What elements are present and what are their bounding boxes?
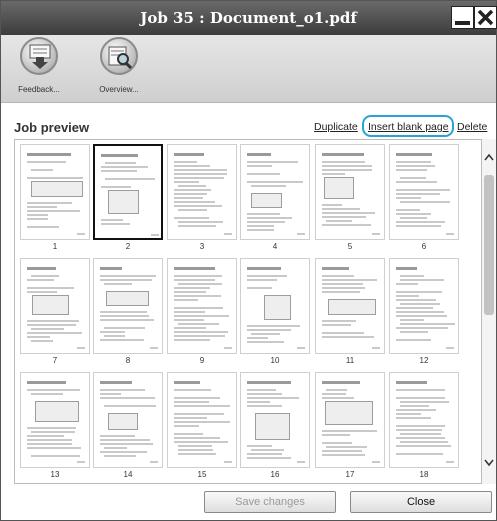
page-number: 10 [270,356,280,365]
page-preview-image [93,258,163,354]
page-thumbnail[interactable]: 7 [20,258,90,365]
feedback-icon [20,37,58,75]
page-thumbnail[interactable]: 15 [167,372,237,479]
page-preview-image [315,372,385,468]
feedback-button[interactable]: Feedback... [9,37,69,94]
page-number: 16 [270,470,280,479]
close-window-button[interactable] [474,6,497,29]
page-thumbnail[interactable]: 3 [167,144,237,251]
page-preview-image [315,144,385,240]
minimize-button[interactable] [451,6,474,29]
title-bar: Job 35 : Document_o1.pdf [1,1,497,35]
page-preview-image [389,144,459,240]
page-preview-image [20,144,90,240]
overview-icon [100,37,138,75]
page-number: 5 [347,242,353,251]
page-thumbnail[interactable]: 1 [20,144,90,251]
page-thumbnail[interactable]: 6 [389,144,459,251]
page-thumbnail[interactable]: 11 [315,258,385,365]
page-preview-image [240,372,310,468]
page-preview-image [20,372,90,468]
page-number: 9 [199,356,205,365]
thumbnail-grid: 1 2 3 4 5 6 7 8 9 10 11 12 13 14 15 16 17 18 [14,139,482,484]
page-number: 2 [125,242,131,251]
page-number: 13 [50,470,60,479]
page-number: 15 [197,470,207,479]
page-preview-image [167,372,237,468]
scroll-down-icon[interactable] [482,457,496,469]
overview-button[interactable]: Overview... [89,37,149,94]
job-preview-window: Job 35 : Document_o1.pdf Feedback... Ove… [0,0,497,521]
window-title: Job 35 : Document_o1.pdf [140,9,357,27]
page-thumbnail[interactable]: 8 [93,258,163,365]
page-number: 3 [199,242,205,251]
job-preview-heading: Job preview [14,120,90,135]
page-number: 12 [419,356,429,365]
page-number: 18 [419,470,429,479]
page-thumbnail[interactable]: 2 [93,144,163,251]
page-number: 11 [345,356,355,365]
delete-link[interactable]: Delete [457,121,487,133]
page-number: 8 [125,356,131,365]
page-thumbnail[interactable]: 16 [240,372,310,479]
page-preview-image [240,144,310,240]
page-thumbnail[interactable]: 4 [240,144,310,251]
page-thumbnail[interactable]: 14 [93,372,163,479]
page-preview-image [20,258,90,354]
page-number: 7 [52,356,58,365]
page-thumbnail[interactable]: 13 [20,372,90,479]
page-number: 14 [123,470,133,479]
overview-label: Overview... [99,85,139,94]
page-preview-image [389,258,459,354]
page-thumbnail[interactable]: 9 [167,258,237,365]
thumbnail-container: 1 2 3 4 5 6 7 8 9 10 11 12 13 14 15 16 17 18 [15,140,481,483]
feedback-label: Feedback... [18,85,60,94]
page-preview-image [167,144,237,240]
page-number: 1 [52,242,58,251]
scroll-up-icon[interactable] [482,151,496,163]
page-thumbnail[interactable]: 17 [315,372,385,479]
close-button[interactable]: Close [350,491,492,513]
page-number: 17 [345,470,355,479]
insert-blank-page-highlight [362,115,454,137]
vertical-scrollbar[interactable] [482,139,496,484]
page-thumbnail[interactable]: 10 [240,258,310,365]
page-thumbnail[interactable]: 5 [315,144,385,251]
page-preview-image [93,144,163,240]
page-preview-image [93,372,163,468]
duplicate-link[interactable]: Duplicate [314,121,358,133]
close-icon [477,9,494,26]
page-preview-image [240,258,310,354]
page-preview-image [167,258,237,354]
scroll-thumb[interactable] [484,175,494,315]
page-thumbnail[interactable]: 18 [389,372,459,479]
toolbar: Feedback... Overview... [1,35,496,103]
page-preview-image [389,372,459,468]
page-number: 4 [272,242,278,251]
page-number: 6 [421,242,427,251]
save-changes-button[interactable]: Save changes [204,491,336,513]
page-thumbnail[interactable]: 12 [389,258,459,365]
page-preview-image [315,258,385,354]
